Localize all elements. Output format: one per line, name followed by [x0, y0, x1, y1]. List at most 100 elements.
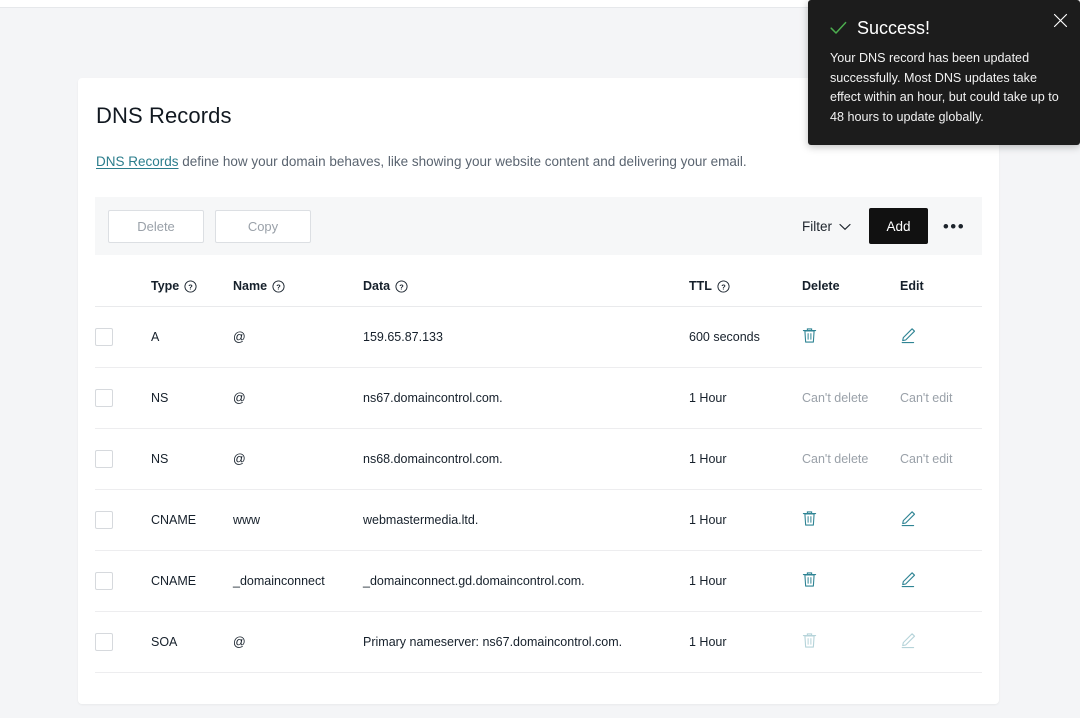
column-header-type: Type ? [151, 255, 233, 307]
records-toolbar: Delete Copy Filter Add ••• [95, 197, 982, 255]
column-label-name: Name [233, 279, 268, 293]
cell-data: Primary nameserver: ns67.domaincontrol.c… [363, 611, 689, 673]
column-header-name: Name ? [233, 255, 363, 307]
table-row: A @159.65.87.133 600 seconds [95, 306, 982, 368]
delete-record-icon[interactable] [802, 510, 817, 527]
chevron-down-icon [839, 219, 851, 234]
page-description: DNS Records define how your domain behav… [96, 153, 981, 171]
cell-edit: Can't edit [900, 367, 982, 429]
cell-data: webmastermedia.ltd. [363, 489, 689, 551]
cell-checkbox [95, 611, 151, 673]
table-row: NS @ ns68.domaincontrol.com. 1 Hour Can't de… [95, 428, 982, 490]
svg-text:?: ? [721, 282, 726, 291]
cell-type: CNAME [151, 550, 233, 612]
svg-text:?: ? [276, 282, 281, 291]
row-checkbox[interactable] [95, 328, 113, 346]
cell-edit [900, 489, 982, 551]
column-header-checkbox [95, 255, 151, 307]
add-button[interactable]: Add [869, 208, 928, 244]
edit-record-icon[interactable] [900, 510, 916, 527]
table-row: CNAME _domainconnect _domainconnect.gd.dom… [95, 550, 982, 612]
cell-checkbox [95, 489, 151, 551]
copy-button[interactable]: Copy [215, 209, 311, 243]
table-row: NS @ ns67.domaincontrol.com. 1 Hour Can't de… [95, 367, 982, 429]
cant-delete-label: Can't delete [802, 452, 869, 466]
cant-edit-label: Can't edit [900, 452, 953, 466]
table-row: CNAME www webmastermedia.ltd. 1 Hour [95, 489, 982, 551]
column-label-ttl: TTL [689, 279, 712, 293]
cell-checkbox [95, 550, 151, 612]
cell-edit: Can't edit [900, 428, 982, 490]
cell-checkbox [95, 306, 151, 368]
table-body: A @159.65.87.133 600 seconds NS @ ns67.domain… [95, 306, 982, 673]
page-description-text: define how your domain behaves, like sho… [178, 154, 747, 169]
cell-name: @ [233, 367, 363, 429]
cell-ttl: 600 seconds [689, 306, 802, 368]
cell-type: NS [151, 367, 233, 429]
cell-checkbox [95, 367, 151, 429]
cell-name: @ [233, 611, 363, 673]
close-icon[interactable] [1053, 13, 1068, 28]
toast-header: Success! [830, 18, 1060, 38]
cell-edit [900, 611, 982, 673]
cell-delete: Can't delete [802, 428, 900, 490]
cell-data: ns68.domaincontrol.com. [363, 428, 689, 490]
edit-record-icon [900, 632, 916, 649]
svg-text:?: ? [399, 282, 404, 291]
cell-ttl: 1 Hour [689, 550, 802, 612]
delete-button[interactable]: Delete [108, 209, 204, 243]
cell-data: _domainconnect.gd.domaincontrol.com. [363, 550, 689, 612]
cell-ttl: 1 Hour [689, 428, 802, 490]
table-row: SOA @ Primary nameserver: ns67.domaincontr… [95, 611, 982, 673]
cell-delete [802, 611, 900, 673]
table-header: Type ? Name ? Data ? TTL ? Delete Edit [95, 255, 982, 307]
edit-record-icon[interactable] [900, 327, 916, 344]
cell-delete [802, 489, 900, 551]
cell-edit [900, 550, 982, 612]
toast-message: Your DNS record has been updated success… [830, 51, 1059, 124]
cell-data: 159.65.87.133 [363, 306, 689, 368]
dns-records-table: Type ? Name ? Data ? TTL ? Delete Edit A… [95, 255, 982, 673]
dns-records-card: DNS Records DNS Records define how your … [78, 78, 999, 704]
cell-delete: Can't delete [802, 367, 900, 429]
help-icon[interactable]: ? [395, 279, 408, 293]
success-toast: Success! Your DNS record has been update… [808, 0, 1080, 145]
cell-data: ns67.domaincontrol.com. [363, 367, 689, 429]
cell-delete [802, 306, 900, 368]
row-checkbox[interactable] [95, 389, 113, 407]
column-header-delete: Delete [802, 255, 900, 307]
cell-delete [802, 550, 900, 612]
table-header-row: Type ? Name ? Data ? TTL ? Delete Edit [95, 255, 982, 307]
check-icon [830, 21, 847, 35]
cant-edit-label: Can't edit [900, 391, 953, 405]
edit-record-icon[interactable] [900, 571, 916, 588]
row-checkbox[interactable] [95, 511, 113, 529]
cell-type: NS [151, 428, 233, 490]
help-icon[interactable]: ? [717, 279, 730, 293]
cell-name: www [233, 489, 363, 551]
cell-name: @ [233, 306, 363, 368]
row-checkbox[interactable] [95, 572, 113, 590]
more-options-icon[interactable]: ••• [939, 211, 969, 241]
cant-delete-label: Can't delete [802, 391, 869, 405]
help-icon[interactable]: ? [184, 279, 197, 293]
toast-title: Success! [857, 18, 931, 38]
filter-dropdown[interactable]: Filter [802, 219, 851, 234]
cell-type: SOA [151, 611, 233, 673]
column-header-data: Data ? [363, 255, 689, 307]
column-label-data: Data [363, 279, 391, 293]
delete-record-icon[interactable] [802, 571, 817, 588]
help-icon[interactable]: ? [272, 279, 285, 293]
column-header-ttl: TTL ? [689, 255, 802, 307]
cell-type: CNAME [151, 489, 233, 551]
cell-ttl: 1 Hour [689, 611, 802, 673]
row-checkbox[interactable] [95, 633, 113, 651]
delete-record-icon [802, 632, 817, 649]
column-header-edit: Edit [900, 255, 982, 307]
svg-text:?: ? [188, 282, 193, 291]
cell-edit [900, 306, 982, 368]
row-checkbox[interactable] [95, 450, 113, 468]
delete-record-icon[interactable] [802, 327, 817, 344]
cell-type: A [151, 306, 233, 368]
dns-records-link[interactable]: DNS Records [96, 154, 179, 169]
